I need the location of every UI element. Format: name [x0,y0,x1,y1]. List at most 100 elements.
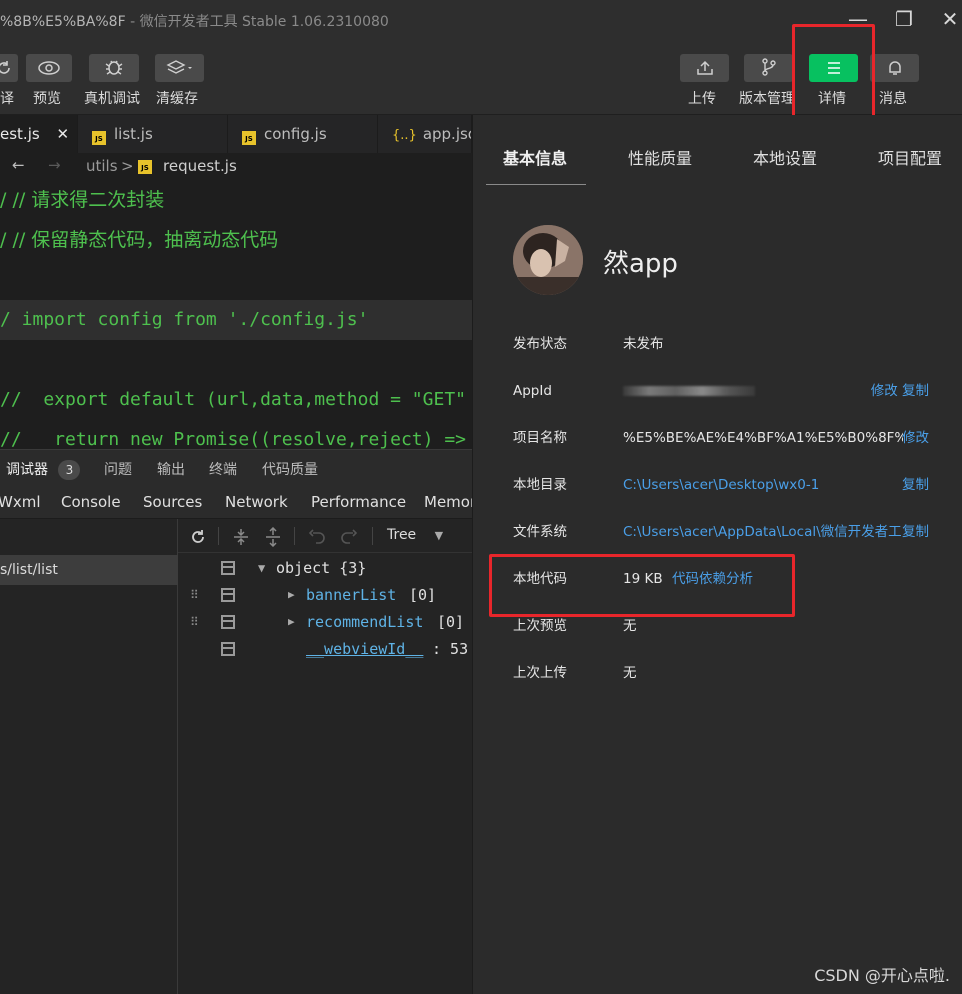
tab-issues[interactable]: 问题 [104,459,132,479]
info-label: AppId [513,383,552,399]
tab-performance[interactable]: Performance [311,493,406,511]
tab-memory[interactable]: Memor [424,493,476,511]
nav-forward-icon[interactable]: → [48,156,61,174]
tab-terminal[interactable]: 终端 [209,459,237,479]
tab-basic-info[interactable]: 基本信息 [503,145,567,169]
tree-row-root[interactable]: ▼ object {3} [178,555,472,581]
version-management-label: 版本管理 [739,91,795,107]
info-value: 无 [623,665,637,681]
modify-copy-appid-link[interactable]: 修改 复制 [871,379,929,403]
info-row-last-upload: 上次上传 无 [473,661,962,685]
close-tab-icon[interactable]: ✕ [56,125,69,143]
nav-back-icon[interactable]: ← [12,156,25,174]
code-editor[interactable]: / // 请求得二次封装 / // 保留静态代码，抽离动态代码 / import… [0,181,472,449]
tab-performance-quality[interactable]: 性能质量 [628,145,692,169]
breadcrumb-file[interactable]: request.js [163,157,237,175]
info-value: 未发布 [623,336,664,352]
upload-button[interactable] [680,54,729,82]
node-checkbox-icon[interactable] [221,588,235,602]
copy-directory-link[interactable]: 复制 [902,473,929,497]
tab-config-js[interactable]: JS config.js [228,115,378,153]
count-badge: 3 [58,460,81,480]
window-title-project: %8B%E5%BA%8F [0,14,126,30]
tree-value: : 53 [432,640,469,658]
expand-arrow-icon[interactable]: ▶ [288,609,295,635]
tree-value: [0] [409,586,437,604]
redo-icon[interactable] [340,525,358,549]
refresh-icon[interactable] [190,525,206,549]
js-file-icon: JS [138,160,152,174]
tab-app-json[interactable]: {..} app.json [378,115,472,153]
breadcrumb-folder[interactable]: utils [86,157,118,175]
expand-arrow-icon[interactable]: ▶ [288,582,295,608]
highlight-box-local-code [489,554,795,617]
tab-code-quality[interactable]: 代码质量 [262,459,318,479]
tab-output[interactable]: 输出 [157,459,185,479]
close-window-button[interactable]: ✕ [938,8,962,32]
info-row-publish-status: 发布状态 未发布 [473,332,962,356]
info-label: 项目名称 [513,430,567,446]
restore-button[interactable]: ❐ [892,8,916,32]
info-row-project-name: 项目名称 %E5%BE%AE%E4%BF%A1%E5%B0%8F%E7... 修… [473,426,962,450]
tab-wxml[interactable]: Wxml [0,493,41,511]
remote-debug-label: 真机调试 [84,91,140,107]
layers-icon [165,60,192,74]
undo-icon[interactable] [308,525,326,549]
expand-all-icon[interactable] [264,525,282,551]
js-file-icon: JS [92,131,106,145]
clear-cache-label: 清缓存 [156,91,198,107]
clear-cache-button[interactable] [155,54,204,82]
node-checkbox-icon[interactable] [221,642,235,656]
info-label: 本地目录 [513,477,567,493]
preview-button[interactable] [26,54,72,82]
tab-request-js[interactable]: est.js ✕ [0,115,78,153]
refresh-icon [0,61,10,74]
tab-sources[interactable]: Sources [143,493,202,511]
tab-network[interactable]: Network [225,493,288,511]
info-value: 无 [623,618,637,634]
expand-arrow-icon[interactable]: ▼ [258,555,265,581]
tree-row[interactable]: __webviewId__ : 53 [178,636,472,662]
remote-debug-button[interactable] [89,54,139,82]
copy-file-system-link[interactable]: 复制 [902,520,929,544]
local-directory-link[interactable]: C:\Users\acer\Desktop\wx0-1 [623,473,819,497]
branch-icon [761,58,776,76]
node-checkbox-icon[interactable] [221,615,235,629]
tree-row[interactable]: ⠿ ▶ recommendList [0] [178,609,472,635]
drag-handle-icon[interactable]: ⠿ [190,609,199,635]
node-checkbox-icon[interactable] [221,561,235,575]
tree-key: bannerList [306,586,397,604]
page-list-pane: s/list/list [0,519,178,994]
page-path: s/list/list [0,562,58,578]
tab-debugger[interactable]: 调试器 3 [6,459,81,480]
devtools-tab-bar: 调试器 3 问题 输出 终端 代码质量 [0,449,472,485]
version-management-button[interactable] [744,54,793,82]
collapse-all-icon[interactable] [232,525,250,551]
appdata-pane: Tree ▼ ▼ object {3} ⠿ ▶ bannerList [0] ⠿… [178,519,472,994]
page-item[interactable]: s/list/list [0,555,178,585]
devtools-panel-tabs: Wxml Console Sources Network Performance… [0,485,476,519]
messages-button[interactable] [870,54,919,82]
tab-project-config[interactable]: 项目配置 [878,145,942,169]
compile-button[interactable] [0,54,18,82]
tab-console[interactable]: Console [61,493,121,511]
tab-list-js[interactable]: JS list.js [78,115,228,153]
modify-project-name-link[interactable]: 修改 [902,426,929,450]
drag-handle-icon[interactable]: ⠿ [190,582,199,608]
messages-label: 消息 [879,91,907,107]
highlight-box-details [792,24,875,118]
tab-local-settings[interactable]: 本地设置 [753,145,817,169]
active-tab-indicator [486,184,586,185]
tree-row[interactable]: ⠿ ▶ bannerList [0] [178,582,472,608]
upload-icon [696,60,713,75]
file-system-link[interactable]: C:\Users\acer\AppData\Local\微信开发者工... [623,520,901,544]
window-title: %8B%E5%BA%8F - 微信开发者工具 Stable 1.06.23100… [0,11,389,31]
tree-key: recommendList [306,613,424,631]
toolbar-divider [372,527,373,545]
upload-label: 上传 [688,91,716,107]
bell-icon [888,61,901,75]
view-mode-select[interactable]: Tree ▼ [387,527,443,543]
info-value: %E5%BE%AE%E4%BF%A1%E5%B0%8F%E7... [623,430,903,446]
